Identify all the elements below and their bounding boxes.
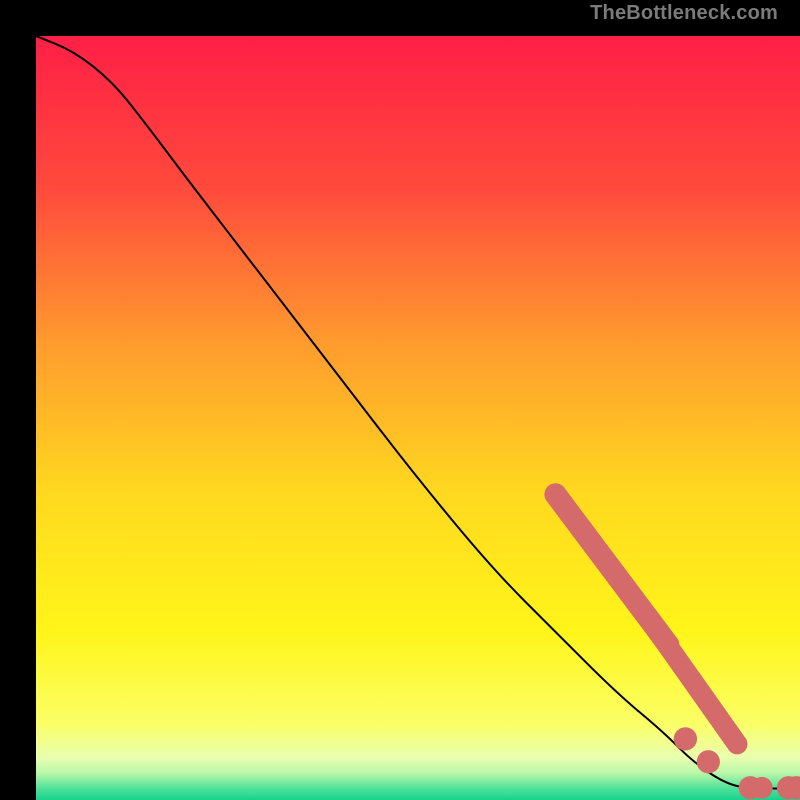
data-marker — [674, 727, 697, 750]
watermark-text: TheBottleneck.com — [590, 2, 778, 25]
data-marker — [697, 750, 720, 773]
chart-svg — [36, 36, 800, 800]
data-marker — [727, 734, 748, 755]
data-marker — [751, 777, 773, 799]
chart-frame — [18, 18, 782, 782]
